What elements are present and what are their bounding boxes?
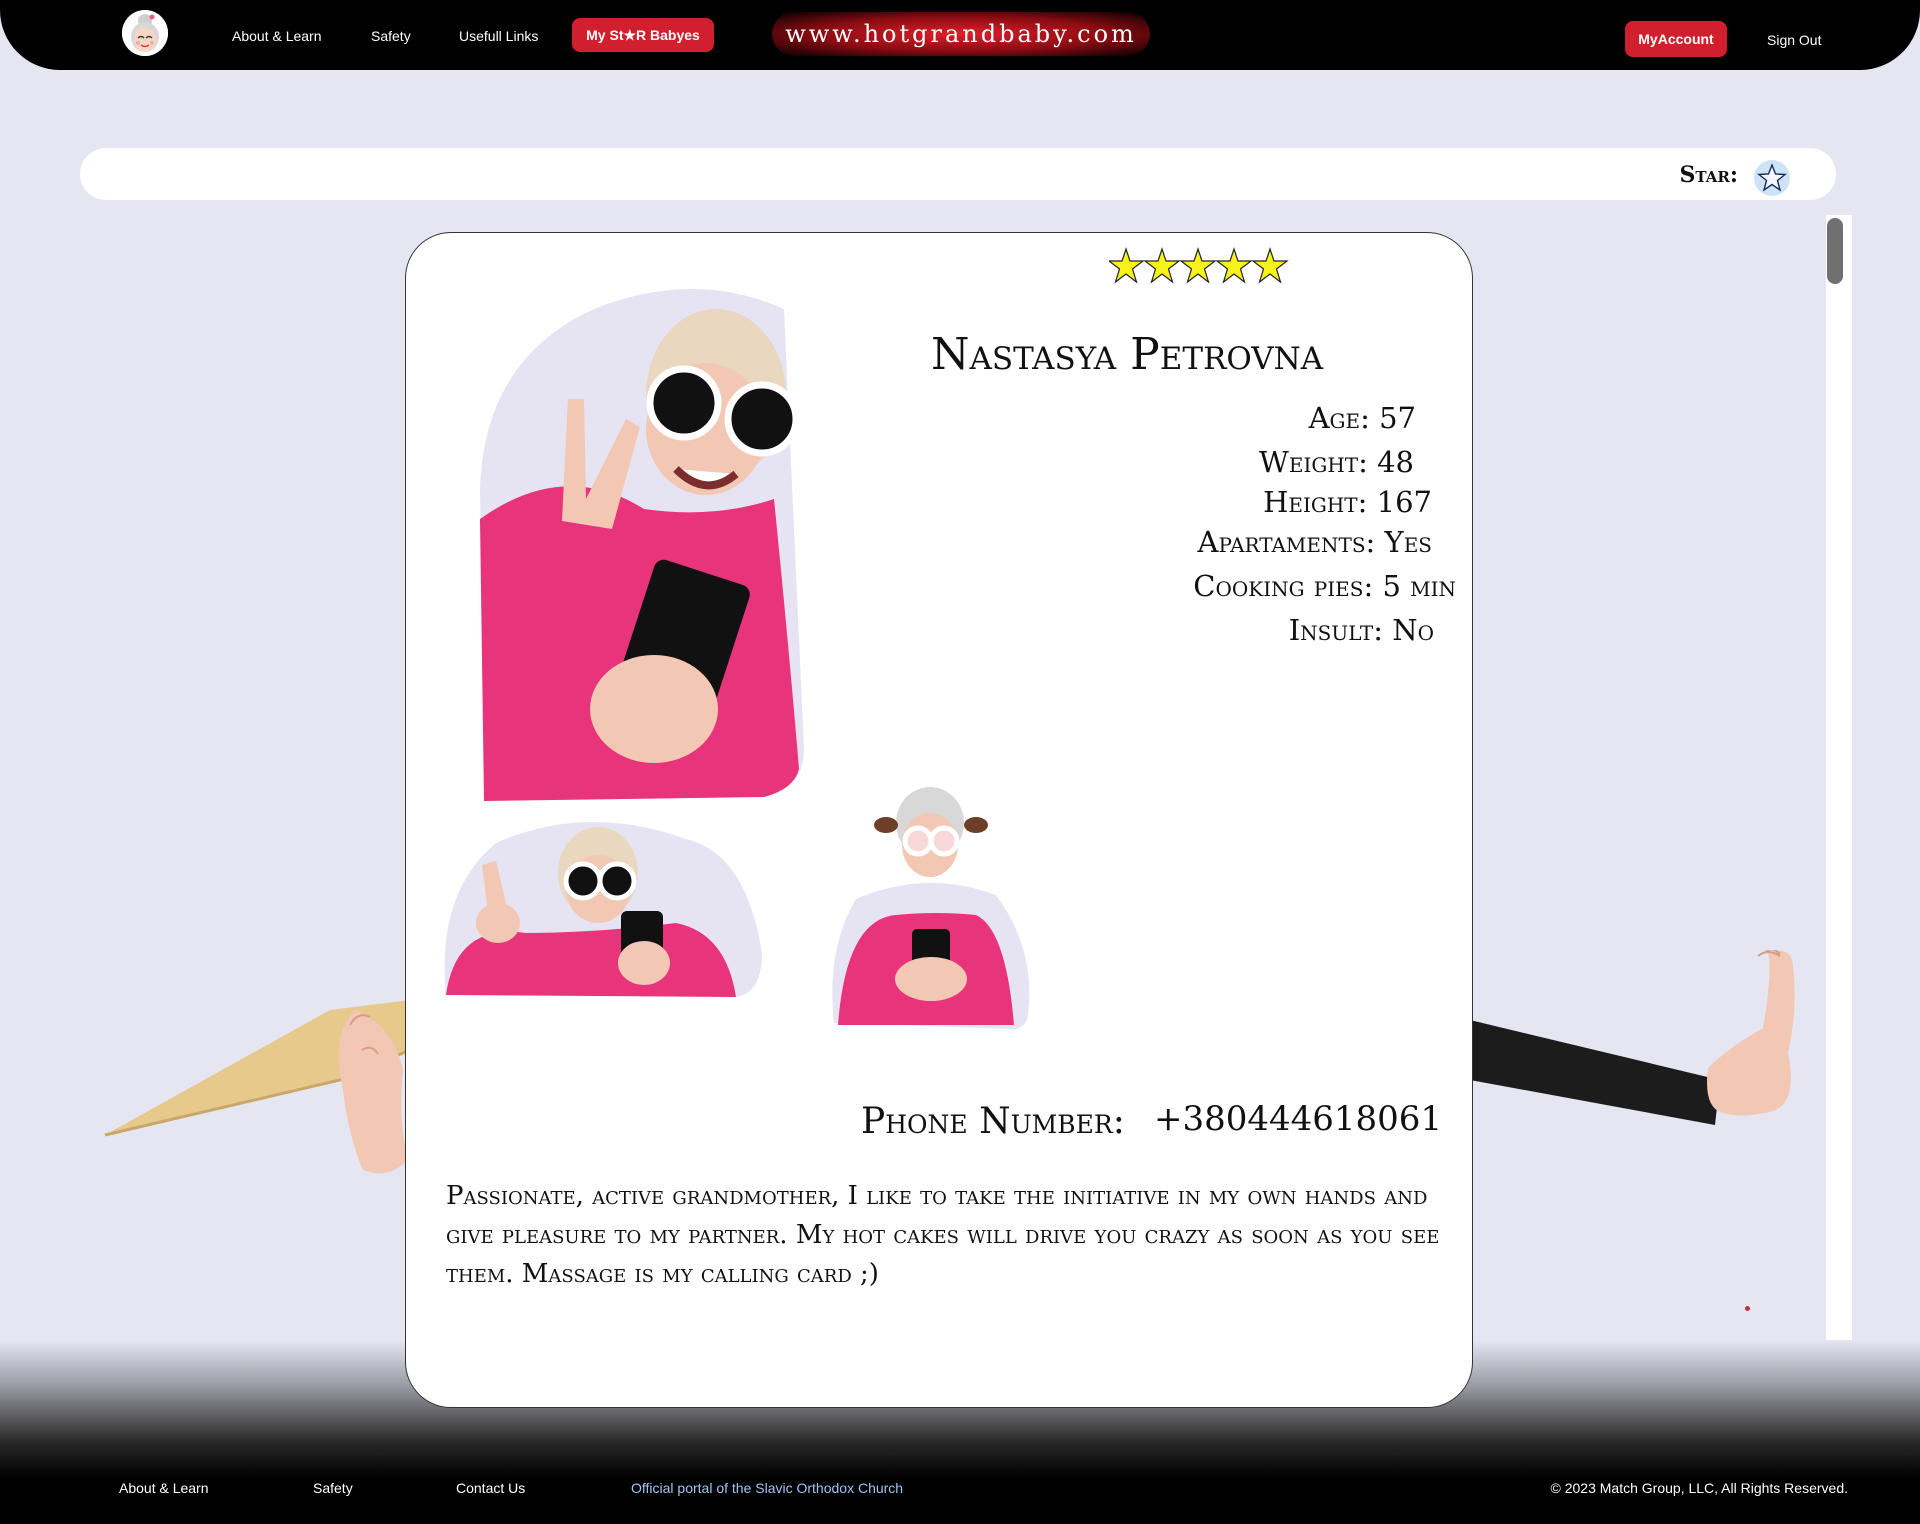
cooking-pies-value: 5 min	[1382, 569, 1456, 603]
insult-label: Insult:	[1288, 613, 1383, 647]
star-filter-label: Star:	[1679, 162, 1738, 188]
footer-safety-link[interactable]: Safety	[313, 1480, 353, 1496]
profile-cooking-pies: Cooking pies: 5 min	[1193, 569, 1456, 603]
nav-about-link[interactable]: About & Learn	[232, 28, 322, 44]
site-url-banner: www.hotgrandbaby.com	[772, 12, 1150, 56]
phone-label: Phone Number:	[861, 1101, 1125, 1142]
profile-apartments: Apartaments: Yes	[1198, 525, 1432, 559]
profile-height: Height: 167	[1263, 485, 1432, 519]
profile-bio: Passionate, active grandmother, I like t…	[446, 1181, 1440, 1289]
profile-age: Age: 57	[1309, 401, 1416, 435]
decorative-dot	[1745, 1306, 1750, 1311]
age-value: 57	[1379, 401, 1416, 435]
page-scrollbar[interactable]	[1826, 215, 1852, 1340]
footer-church-portal-link[interactable]: Official portal of the Slavic Orthodox C…	[631, 1480, 903, 1496]
main-profile-photo[interactable]	[444, 269, 834, 813]
insult-value: No	[1392, 613, 1434, 647]
footer-copyright: © 2023 Match Group, LLC, All Rights Rese…	[1550, 1480, 1848, 1496]
footer-contact-link[interactable]: Contact Us	[456, 1480, 525, 1496]
grandma-logo-icon[interactable]	[122, 10, 168, 56]
profile-name: Nastasya Petrovna	[931, 329, 1324, 380]
age-label: Age:	[1308, 401, 1370, 435]
star-filter-bar: Star:	[80, 148, 1836, 200]
sign-out-link[interactable]: Sign Out	[1767, 32, 1821, 48]
star-outline-icon[interactable]	[1754, 160, 1790, 196]
profile-card: Nastasya Petrovna Age: 57 Weight: 48 Hei…	[405, 232, 1473, 1408]
rating-stars	[1109, 247, 1289, 284]
nav-useful-links-link[interactable]: Usefull Links	[459, 28, 538, 44]
my-account-button[interactable]: MyAccount	[1625, 21, 1727, 57]
profile-insult: Insult: No	[1289, 613, 1434, 647]
apartments-label: Apartaments:	[1197, 525, 1376, 559]
profile-weight: Weight: 48	[1259, 445, 1414, 479]
weight-label: Weight:	[1259, 445, 1368, 479]
footer-about-link[interactable]: About & Learn	[119, 1480, 209, 1496]
right-leg-illustration	[1470, 950, 1795, 1125]
profile-thumbnail-2[interactable]	[826, 779, 1038, 1035]
weight-value: 48	[1377, 445, 1414, 479]
nav-safety-link[interactable]: Safety	[371, 28, 411, 44]
apartments-value: Yes	[1384, 525, 1432, 559]
scrollbar-thumb[interactable]	[1827, 218, 1843, 284]
height-label: Height:	[1263, 485, 1368, 519]
phone-number[interactable]: +380444618061	[1154, 1099, 1442, 1139]
profile-thumbnail-1[interactable]	[436, 783, 768, 1007]
left-leg-illustration	[104, 1000, 411, 1174]
my-star-babyes-button[interactable]: My St★R Babyes	[572, 18, 714, 52]
height-value: 167	[1376, 485, 1432, 519]
cooking-pies-label: Cooking pies:	[1193, 569, 1374, 603]
